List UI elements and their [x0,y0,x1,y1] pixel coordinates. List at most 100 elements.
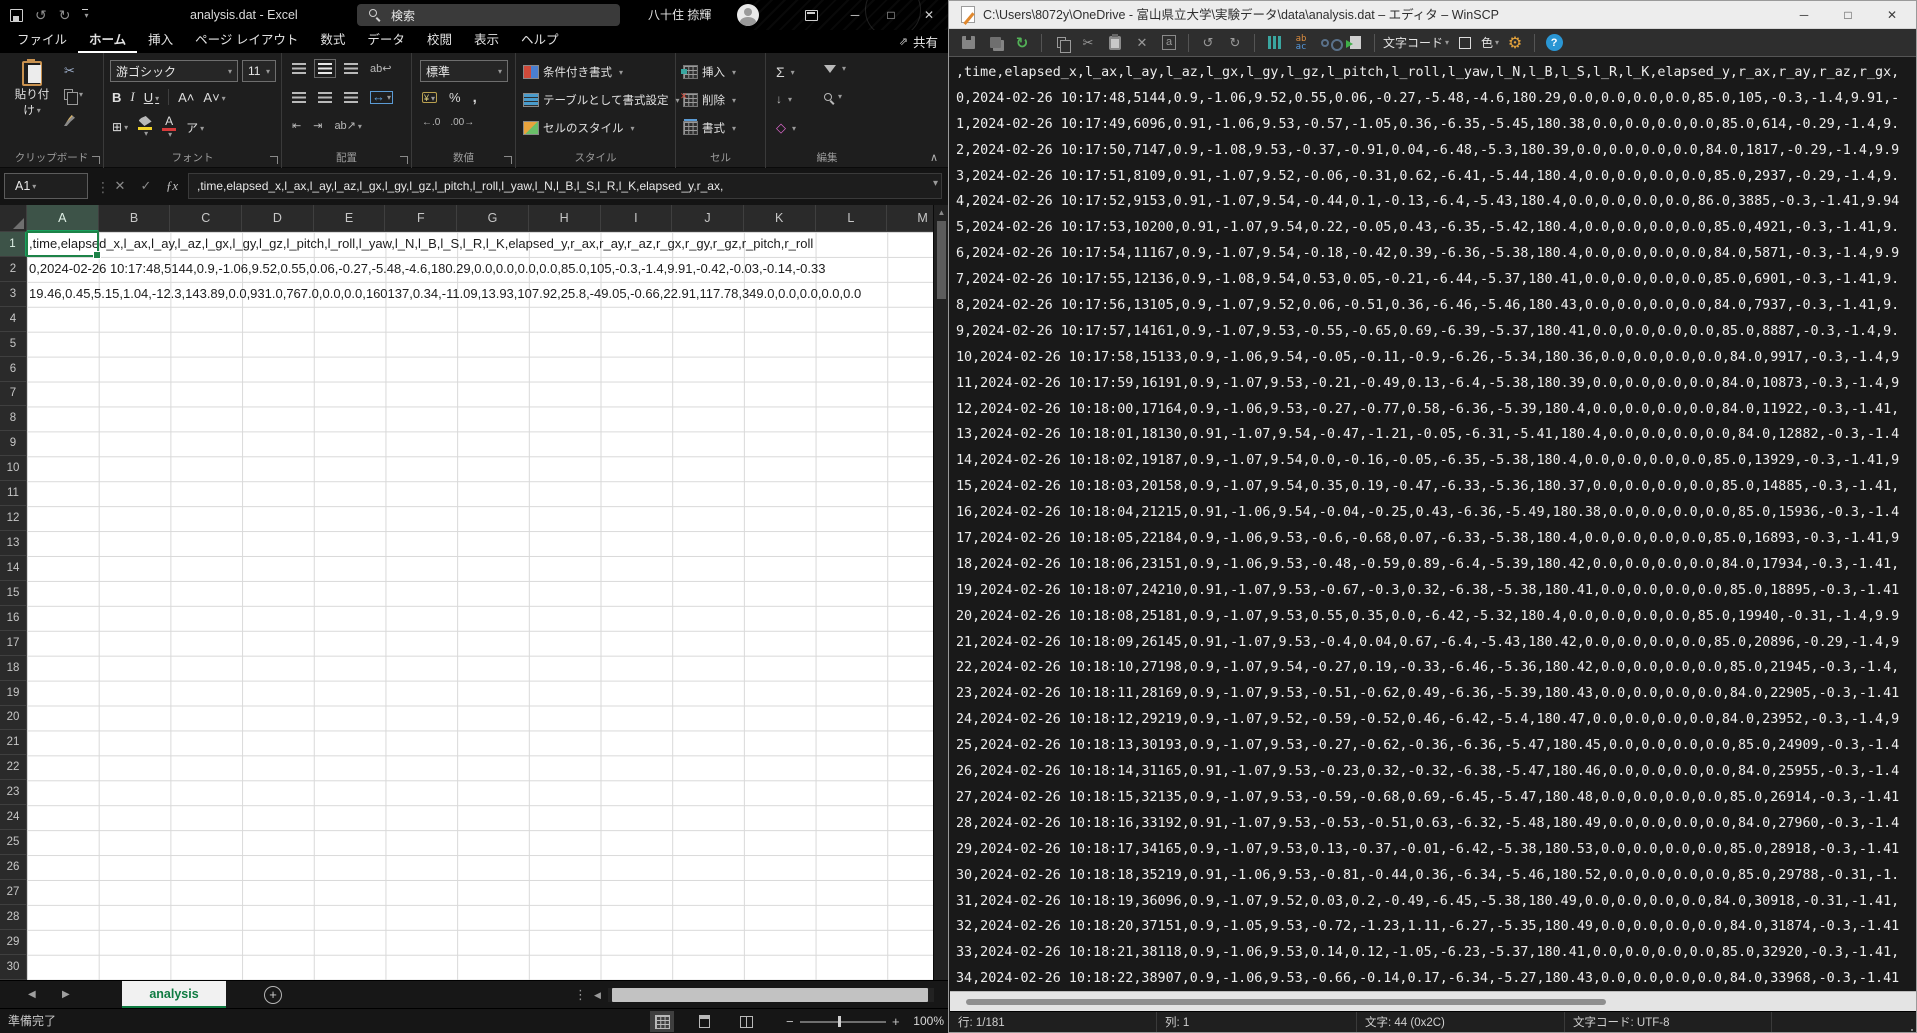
editor-hscrollbar-thumb[interactable] [966,999,1606,1005]
find-select-button[interactable] [824,92,842,101]
font-color-button[interactable]: A [162,115,176,139]
save-all-button[interactable] [984,32,1006,54]
redo-button[interactable]: ↻ [1224,32,1246,54]
fill-button[interactable]: ↓ [776,92,792,106]
bold-button[interactable]: B [112,90,121,105]
row-header[interactable]: 10 [0,456,27,481]
column-header[interactable]: E [314,205,386,232]
wrap-text-button[interactable]: ab↩ [370,62,391,75]
comma-style-button[interactable]: , [473,89,477,106]
currency-button[interactable]: ¥ [422,92,437,103]
row-header[interactable]: 23 [0,780,27,805]
format-cells-button[interactable]: 書式 [684,120,736,136]
row-header[interactable]: 30 [0,955,27,980]
normal-view-button[interactable] [650,1011,674,1032]
reload-button[interactable]: ↻ [1011,32,1033,54]
autosum-button[interactable]: Σ [776,64,795,80]
row-header[interactable]: 2 [0,257,27,282]
color-select[interactable]: 色 [1481,34,1499,51]
align-middle-button[interactable] [318,63,332,74]
zoom-slider-thumb[interactable] [838,1016,841,1027]
column-header[interactable]: C [170,205,242,232]
page-break-view-button[interactable] [734,1011,758,1032]
save-icon[interactable] [10,9,23,22]
row-header[interactable]: 8 [0,406,27,431]
vertical-scrollbar[interactable]: ▲ [933,205,948,980]
horizontal-scrollbar[interactable] [608,988,934,1002]
cell-styles-button[interactable]: セルのスタイル [524,120,635,136]
scroll-up-icon[interactable]: ▲ [934,208,948,217]
row-header[interactable]: 1 [0,232,27,257]
delete-button[interactable]: ✕ [1131,32,1153,54]
formula-input[interactable]: ,time,elapsed_x,l_ax,l_ay,l_az,l_gx,l_gy… [188,173,942,199]
underline-button[interactable]: U [144,90,159,105]
align-right-button[interactable] [344,92,358,103]
insert-function-button[interactable]: ƒx [160,173,184,199]
ribbon-display-options-button[interactable] [796,0,826,30]
tab-file[interactable]: ファイル [6,30,78,53]
decrease-indent-button[interactable]: ⇤ [292,119,301,132]
minimize-button[interactable]: ─ [840,0,870,30]
tab-options-icon[interactable]: ⋮ [574,981,587,1009]
undo-button[interactable]: ↺ [1197,32,1219,54]
cut-button[interactable]: ✂ [1077,32,1099,54]
resize-grip[interactable] [1911,1029,1913,1031]
preferences-button[interactable]: ⚙ [1504,32,1526,54]
row-header[interactable]: 13 [0,531,27,556]
orientation-button[interactable]: ab↗ [334,119,361,132]
paste-button[interactable]: 貼り付け [10,61,54,118]
column-headers[interactable]: ABCDEFGHIJKLM [27,205,933,232]
next-sheet-icon[interactable]: ▶ [62,981,70,1009]
replace-button[interactable] [1290,32,1312,54]
encoding-select[interactable]: 文字コード [1383,34,1449,51]
clear-button[interactable]: ◇ [776,120,796,136]
row-header[interactable]: 3 [0,282,27,307]
tab-insert[interactable]: 挿入 [137,30,184,53]
borders-button[interactable]: ⊞ [112,120,128,134]
row-header[interactable]: 21 [0,730,27,755]
special-chars-button[interactable] [1263,32,1285,54]
text-editor-area[interactable]: ,time,elapsed_x,l_ax,l_ay,l_az,l_gx,l_gy… [950,57,1916,991]
decrease-font-button[interactable]: A˅ [203,90,225,105]
row-header[interactable]: 11 [0,481,27,506]
clipboard-dialog-launcher-icon[interactable] [92,156,100,164]
background-color-button[interactable] [1454,32,1476,54]
row-header[interactable]: 20 [0,706,27,731]
cancel-entry-button[interactable]: ✕ [108,173,132,199]
align-top-button[interactable] [292,63,306,74]
name-box[interactable]: A1 [4,173,88,199]
row-header[interactable]: 4 [0,307,27,332]
number-dialog-launcher-icon[interactable] [504,156,512,164]
percent-button[interactable]: % [449,90,461,105]
row-header[interactable]: 27 [0,880,27,905]
find-button[interactable] [1317,32,1339,54]
row-header[interactable]: 19 [0,681,27,706]
user-name[interactable]: 八十住 捺輝 [648,0,711,30]
avatar[interactable] [737,4,759,26]
zoom-slider-track[interactable] [800,1021,886,1023]
save-button[interactable] [957,32,979,54]
close-button[interactable]: ✕ [914,0,944,30]
fill-color-button[interactable] [138,116,152,138]
tab-page-layout[interactable]: ページ レイアウト [184,30,309,53]
sort-filter-button[interactable] [824,64,846,73]
delete-cells-button[interactable]: 削除 [684,92,736,108]
winscp-maximize-button[interactable]: □ [1826,1,1870,29]
align-center-button[interactable] [318,92,332,103]
cut-button[interactable]: ✂ [64,63,75,79]
increase-font-button[interactable]: A˄ [178,90,194,105]
column-header[interactable]: H [529,205,601,232]
column-header[interactable]: B [99,205,171,232]
column-header[interactable]: F [385,205,457,232]
row-header[interactable]: 16 [0,606,27,631]
sheet-tab-analysis[interactable]: analysis [122,981,226,1009]
format-as-table-button[interactable]: テーブルとして書式設定 [524,92,679,108]
alignment-dialog-launcher-icon[interactable] [400,156,408,164]
row-header[interactable]: 7 [0,382,27,407]
row-header[interactable]: 14 [0,556,27,581]
row-header[interactable]: 22 [0,755,27,780]
confirm-entry-button[interactable]: ✓ [134,173,158,199]
font-size-select[interactable]: 11 [242,60,276,82]
format-painter-button[interactable] [64,115,75,126]
customize-qat-icon[interactable] [82,9,88,22]
